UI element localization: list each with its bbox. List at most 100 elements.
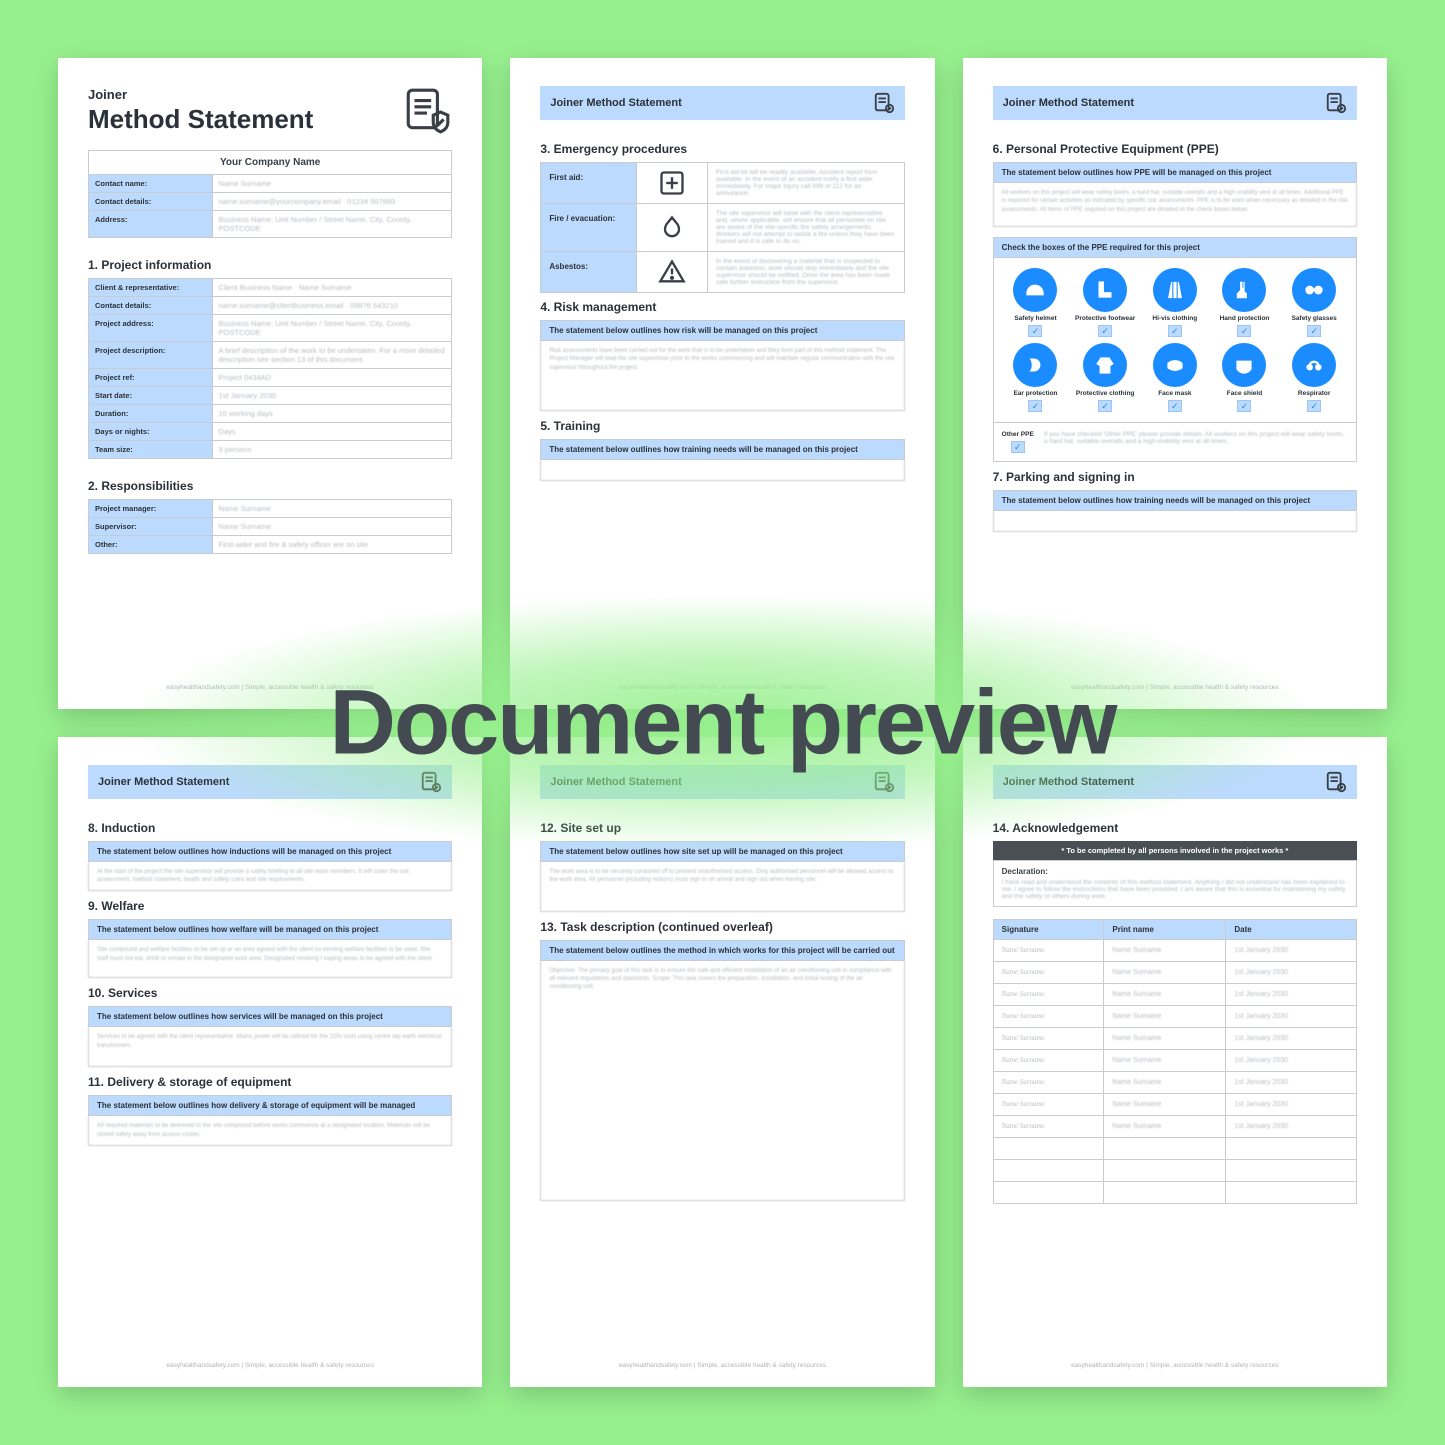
print-name-cell: Name Surname bbox=[1104, 939, 1226, 961]
emergency-text: The site supervisor will liaise with the… bbox=[708, 204, 904, 251]
field-value: Business Name, Unit Number / Street Name… bbox=[212, 315, 452, 342]
emergency-text: First aid kit will be readily available.… bbox=[708, 163, 904, 203]
ppe-checkbox[interactable]: ✓ bbox=[1098, 400, 1112, 412]
ppe-checkbox[interactable]: ✓ bbox=[1168, 400, 1182, 412]
signature-cell: Name Surname bbox=[993, 1027, 1104, 1049]
emergency-label: Fire / evacuation: bbox=[541, 204, 635, 251]
field-value: A brief description of the work to be un… bbox=[212, 342, 452, 369]
field-value: name.surname@clientbusiness.email · 0987… bbox=[212, 297, 452, 315]
project-table: Client & representative:Client Business … bbox=[88, 278, 452, 459]
ppe-grid: Safety helmet ✓ Protective footwear ✓ Hi… bbox=[993, 258, 1357, 423]
ppe-checkbox[interactable]: ✓ bbox=[1028, 400, 1042, 412]
signature-cell: Name Surname bbox=[993, 1093, 1104, 1115]
field-label: Team size: bbox=[89, 441, 213, 459]
ppe-icon bbox=[1292, 343, 1336, 387]
field-value: 3 persons bbox=[212, 441, 452, 459]
ppe-icon bbox=[1292, 268, 1336, 312]
field-value: First-aider and fire & safety officer ar… bbox=[212, 536, 452, 554]
ppe-checkbox[interactable]: ✓ bbox=[1028, 325, 1042, 337]
doc-type-small: Joiner bbox=[88, 87, 313, 102]
print-name-cell: Name Surname bbox=[1104, 983, 1226, 1005]
ppe-icon bbox=[1222, 268, 1266, 312]
section-1-heading: 1. Project information bbox=[88, 258, 452, 272]
print-name-cell: Name Surname bbox=[1104, 1005, 1226, 1027]
ppe-label: Protective footwear bbox=[1075, 315, 1135, 322]
field-value: 1st January 2030 bbox=[212, 387, 452, 405]
ppe-checkbox[interactable]: ✓ bbox=[1168, 325, 1182, 337]
empty-cell bbox=[1226, 1159, 1357, 1181]
ppe-label: Hand protection bbox=[1220, 315, 1270, 322]
section-13-body: Objective: The primary goal of this task… bbox=[540, 961, 904, 1201]
ppe-label: Protective clothing bbox=[1076, 390, 1135, 397]
section-5-heading: 5. Training bbox=[540, 419, 904, 433]
empty-cell bbox=[993, 1159, 1104, 1181]
signature-cell: Name Surname bbox=[993, 1049, 1104, 1071]
date-cell: 1st January 2030 bbox=[1226, 1049, 1357, 1071]
ppe-label: Safety helmet bbox=[1014, 315, 1056, 322]
field-label: Duration: bbox=[89, 405, 213, 423]
date-cell: 1st January 2030 bbox=[1226, 1071, 1357, 1093]
section-11-bar: The statement below outlines how deliver… bbox=[88, 1095, 452, 1116]
ppe-other-row: Other PPE ✓ If you have checked 'Other P… bbox=[993, 423, 1357, 462]
emergency-icon bbox=[636, 252, 708, 292]
ppe-icon bbox=[1083, 268, 1127, 312]
field-value: Business Name, Unit Number / Street Name… bbox=[212, 211, 452, 238]
column-header: Print name bbox=[1104, 919, 1226, 939]
page-1: Joiner Method Statement Your Company Nam… bbox=[58, 58, 482, 709]
header-title: Joiner Method Statement bbox=[98, 776, 229, 788]
section-5-body bbox=[540, 460, 904, 481]
ppe-checkbox[interactable]: ✓ bbox=[1237, 400, 1251, 412]
section-3-heading: 3. Emergency procedures bbox=[540, 142, 904, 156]
section-13-heading: 13. Task description (continued overleaf… bbox=[540, 920, 904, 934]
ppe-label: Safety glasses bbox=[1292, 315, 1337, 322]
section-8-body: At the start of the project the site sup… bbox=[88, 862, 452, 892]
ppe-checkbox[interactable]: ✓ bbox=[1307, 325, 1321, 337]
section-10-bar: The statement below outlines how service… bbox=[88, 1006, 452, 1027]
page-2: Joiner Method Statement 3. Emergency pro… bbox=[510, 58, 934, 709]
ppe-checkbox[interactable]: ✓ bbox=[1237, 325, 1251, 337]
field-label: Contact name: bbox=[89, 175, 213, 193]
print-name-cell: Name Surname bbox=[1104, 1093, 1226, 1115]
date-cell: 1st January 2030 bbox=[1226, 961, 1357, 983]
section-12-bar: The statement below outlines how site se… bbox=[540, 841, 904, 862]
page-footer: easyhealthandsafety.com | Simple, access… bbox=[540, 1354, 904, 1369]
field-label: Address: bbox=[89, 211, 213, 238]
ppe-label: Ear protection bbox=[1013, 390, 1057, 397]
ppe-checkbox[interactable]: ✓ bbox=[1307, 400, 1321, 412]
empty-cell bbox=[1104, 1181, 1226, 1203]
field-label: Client & representative: bbox=[89, 279, 213, 297]
page-3: Joiner Method Statement 6. Personal Prot… bbox=[963, 58, 1387, 709]
signature-cell: Name Surname bbox=[993, 1115, 1104, 1137]
field-label: Project manager: bbox=[89, 500, 213, 518]
print-name-cell: Name Surname bbox=[1104, 1071, 1226, 1093]
column-header: Signature bbox=[993, 919, 1104, 939]
ppe-label: Hi-vis clothing bbox=[1152, 315, 1197, 322]
field-value: Days bbox=[212, 423, 452, 441]
section-12-heading: 12. Site set up bbox=[540, 821, 904, 835]
signature-table: SignaturePrint nameDate Name Surname Nam… bbox=[993, 919, 1357, 1204]
page-6: Joiner Method Statement 14. Acknowledgem… bbox=[963, 737, 1387, 1388]
header-title: Joiner Method Statement bbox=[1003, 776, 1134, 788]
section-9-bar: The statement below outlines how welfare… bbox=[88, 919, 452, 940]
ppe-other-checkbox[interactable]: ✓ bbox=[1011, 441, 1025, 453]
field-label: Supervisor: bbox=[89, 518, 213, 536]
header-title: Joiner Method Statement bbox=[1003, 97, 1134, 109]
date-cell: 1st January 2030 bbox=[1226, 1005, 1357, 1027]
field-label: Other: bbox=[89, 536, 213, 554]
emergency-rows: First aid: First aid kit will be readily… bbox=[540, 162, 904, 292]
section-4-bar: The statement below outlines how risk wi… bbox=[540, 320, 904, 341]
print-name-cell: Name Surname bbox=[1104, 1049, 1226, 1071]
page-5: Joiner Method Statement 12. Site set up … bbox=[510, 737, 934, 1388]
empty-cell bbox=[1226, 1137, 1357, 1159]
section-11-heading: 11. Delivery & storage of equipment bbox=[88, 1075, 452, 1089]
page-footer: easyhealthandsafety.com | Simple, access… bbox=[993, 1354, 1357, 1369]
section-6-body: All workers on this project will wear sa… bbox=[993, 183, 1357, 227]
date-cell: 1st January 2030 bbox=[1226, 983, 1357, 1005]
section-5-bar: The statement below outlines how trainin… bbox=[540, 439, 904, 460]
field-value: Name Surname bbox=[212, 500, 452, 518]
responsibilities-table: Project manager:Name SurnameSupervisor:N… bbox=[88, 499, 452, 554]
document-icon bbox=[1325, 92, 1347, 114]
date-cell: 1st January 2030 bbox=[1226, 1027, 1357, 1049]
ppe-checkbox[interactable]: ✓ bbox=[1098, 325, 1112, 337]
page-header: Joiner Method Statement bbox=[993, 86, 1357, 120]
